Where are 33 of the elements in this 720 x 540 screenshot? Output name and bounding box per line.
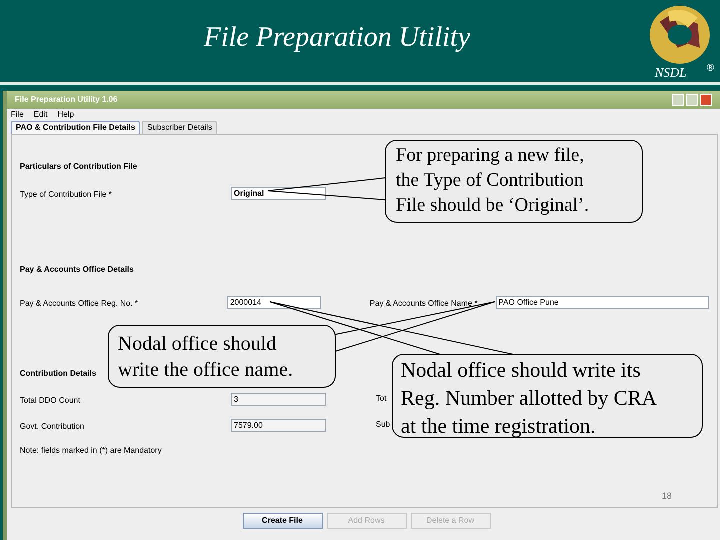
menu-item[interactable]: Edit [34,109,48,121]
logo-text: NSDL [655,66,687,79]
logo-icon [648,4,712,66]
ddo-count-field[interactable]: 3 [231,392,326,406]
window-title: File Preparation Utility 1.06 [15,94,118,106]
page-number: 18 [662,490,672,502]
contribution-type-dropdown[interactable]: Original [231,186,326,200]
registered-mark: ® [707,64,714,74]
callout: Nodal office should write the office name. [108,325,336,388]
field-label: Pay & Accounts Office Reg. No. * [20,299,138,308]
field-label: Tot [376,393,387,405]
slide-title: File Preparation Utility [204,21,470,55]
minimize-button[interactable] [672,94,684,106]
reg-number-field[interactable]: 2000014 [227,296,321,308]
tab[interactable]: PAO & Contribution File Details [11,121,140,134]
tab[interactable]: Subscriber Details [142,121,218,134]
mandatory-note: Note: fields marked in (*) are Mandatory [20,445,162,457]
field-label: Pay & Accounts Office Name * [370,299,478,308]
close-button[interactable] [700,94,712,106]
menu-item[interactable]: Help [58,109,74,121]
field-label: Total DDO Count [20,396,80,405]
section-heading: Pay & Accounts Office Details [20,264,134,276]
section-heading: Contribution Details [20,368,96,380]
field-label: Type of Contribution File * [20,190,112,199]
section-heading: Particulars of Contribution File [20,161,138,173]
action-button[interactable]: Create File [242,513,322,529]
field-label: Govt. Contribution [20,422,84,431]
callout: For preparing a new file, the Type of Contribution File should be ‘Original’. [385,140,643,223]
menu-item[interactable]: File [11,109,24,121]
office-name-field[interactable]: PAO Office Pune [496,296,709,308]
govt-contribution-field[interactable]: 7579.00 [231,418,326,432]
field-label: Sub [376,419,390,431]
callout: Nodal office should write its Reg. Number allotted by CRA at the time registration. [392,354,703,438]
